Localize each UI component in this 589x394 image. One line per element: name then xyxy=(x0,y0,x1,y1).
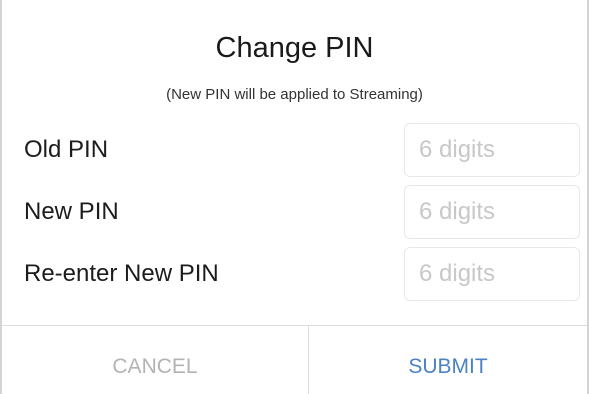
dialog-subtitle: (New PIN will be applied to Streaming) xyxy=(166,86,423,103)
new-pin-input[interactable] xyxy=(404,185,580,239)
old-pin-row: Old PIN xyxy=(2,123,587,177)
old-pin-label: Old PIN xyxy=(24,136,109,163)
change-pin-dialog: Change PIN (New PIN will be applied to S… xyxy=(0,0,589,394)
dialog-title: Change PIN xyxy=(215,32,374,64)
reenter-pin-row: Re-enter New PIN xyxy=(2,247,587,301)
cancel-button[interactable]: CANCEL xyxy=(2,326,308,394)
reenter-pin-label: Re-enter New PIN xyxy=(24,260,219,287)
new-pin-label: New PIN xyxy=(24,198,119,225)
dialog-footer: CANCEL SUBMIT xyxy=(2,325,587,394)
new-pin-row: New PIN xyxy=(2,185,587,239)
reenter-pin-input[interactable] xyxy=(404,247,580,301)
submit-button[interactable]: SUBMIT xyxy=(309,326,587,394)
old-pin-input[interactable] xyxy=(404,123,580,177)
